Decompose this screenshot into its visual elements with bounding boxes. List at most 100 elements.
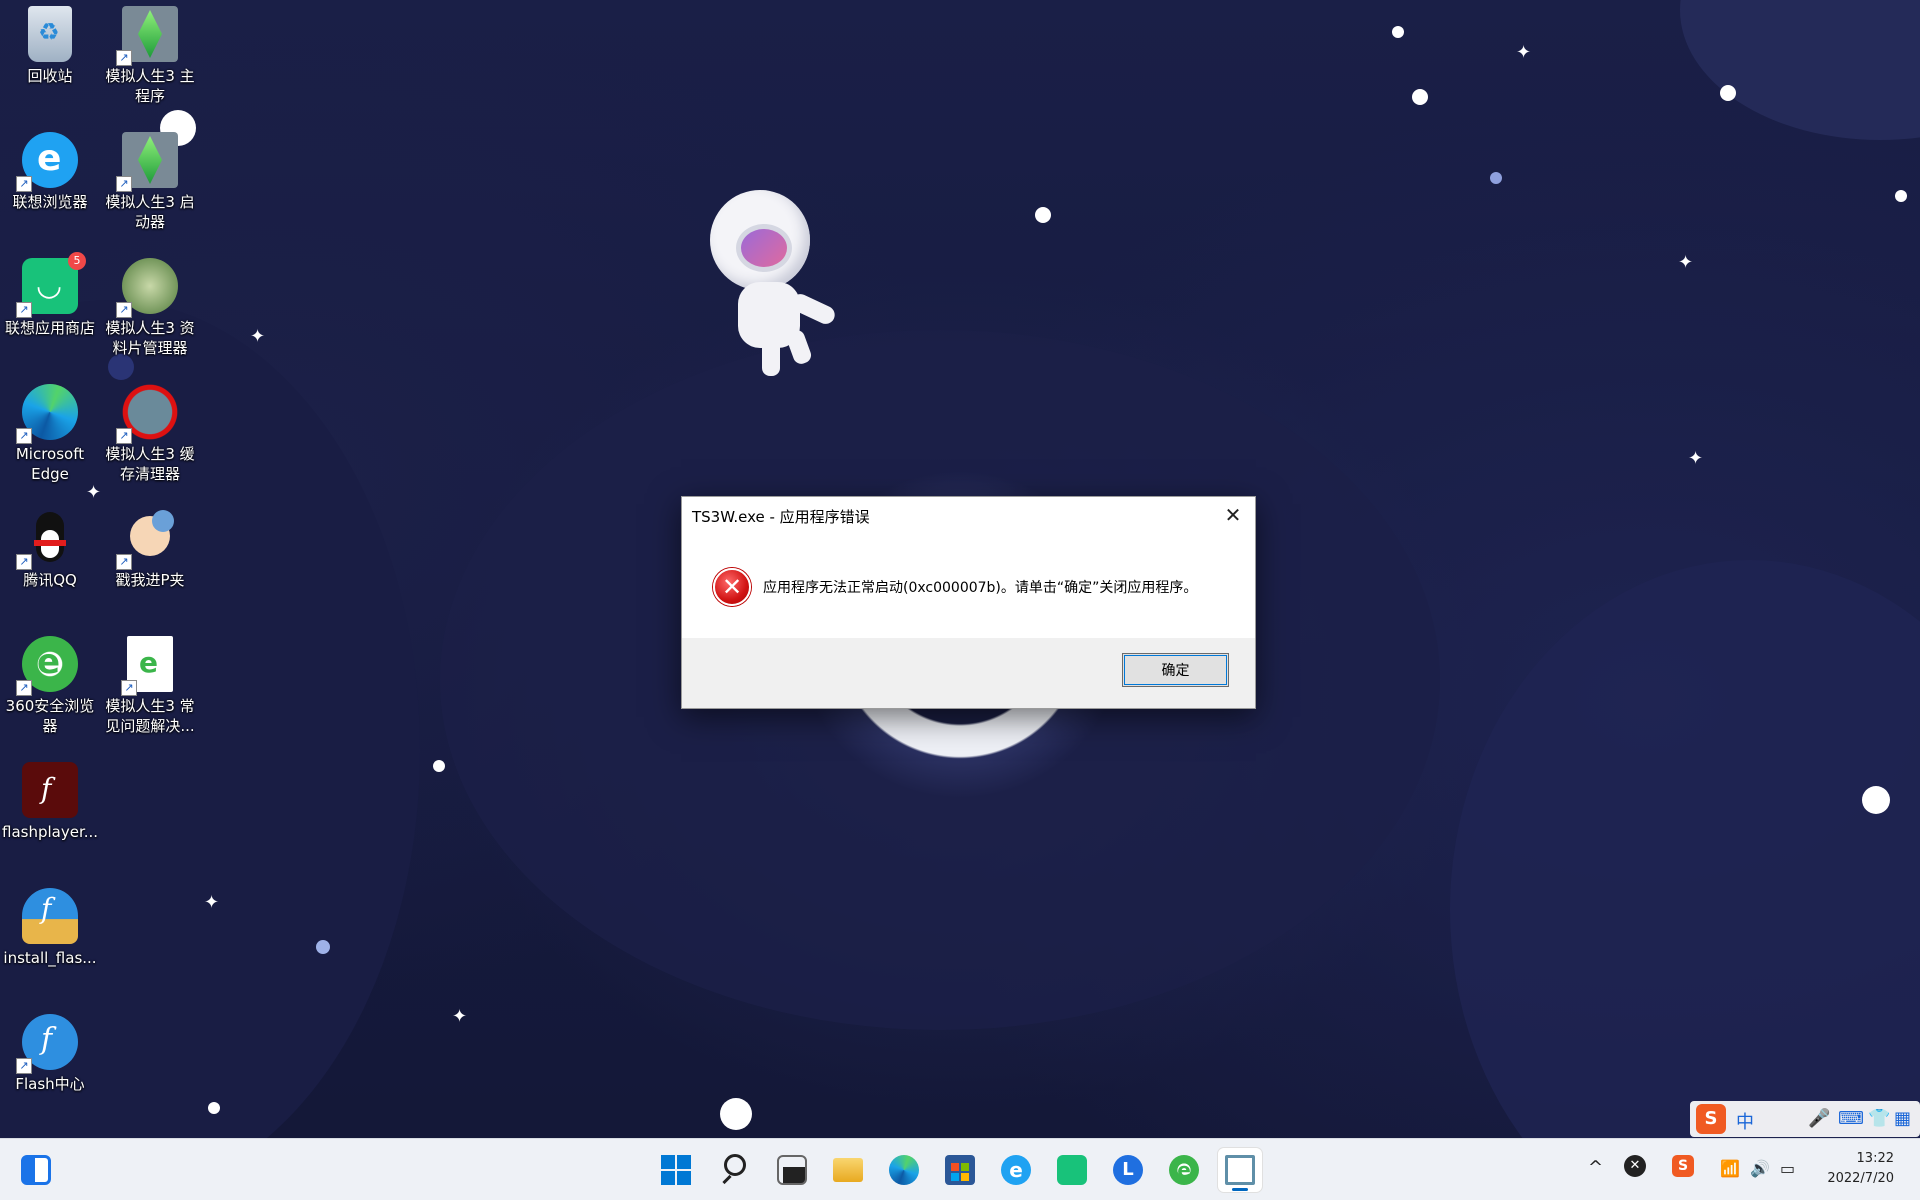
taskbar-search-button[interactable] xyxy=(712,1148,756,1192)
desktop-icon-label: 360安全浏览器 xyxy=(5,697,95,735)
star xyxy=(1035,207,1051,223)
star xyxy=(1720,85,1736,101)
desktop-icon-label: install_flas... xyxy=(3,949,97,967)
desktop-icon-sims3-expansion-manager[interactable]: ↗ 模拟人生3 资料片管理器 xyxy=(102,258,198,358)
desktop-icon-label: flashplayer... xyxy=(2,823,99,841)
close-icon: ✕ xyxy=(1224,503,1242,527)
edge-icon: ↗ xyxy=(16,384,78,444)
taskbar-widgets-button[interactable] xyxy=(14,1148,58,1192)
desktop-icon-label: 模拟人生3 常见问题解决... xyxy=(105,697,195,735)
shortcut-arrow-icon: ↗ xyxy=(16,680,32,696)
desktop-icon-install-flash[interactable]: f install_flas... xyxy=(2,888,98,968)
sparkle: ✦ xyxy=(1678,252,1694,273)
desktop-icon-recycle-bin[interactable]: ♻ 回收站 xyxy=(2,6,98,86)
desktop-icon-label: 模拟人生3 资料片管理器 xyxy=(105,319,195,357)
lenovo-browser-icon: e xyxy=(1001,1155,1031,1185)
desktop-icon-tencent-qq[interactable]: ↗ 腾讯QQ xyxy=(2,510,98,590)
star xyxy=(433,760,445,772)
qq-penguin-icon: ↗ xyxy=(16,510,78,570)
desktop-icon-microsoft-edge[interactable]: ↗ Microsoft Edge xyxy=(2,384,98,484)
recycle-bin-icon: ♻ xyxy=(28,6,72,62)
ok-button[interactable]: 确定 xyxy=(1122,653,1229,687)
desktop-icon-lenovo-app-store[interactable]: ◡ 5 ↗ 联想应用商店 xyxy=(2,252,98,338)
desktop-icon-lenovo-browser[interactable]: e ↗ 联想浏览器 xyxy=(2,132,98,212)
lenovo-app-store-icon: ◡ 5 ↗ xyxy=(16,252,86,318)
taskbar-360-browser-button[interactable]: e xyxy=(1162,1148,1206,1192)
ime-mode-label[interactable]: 中 xyxy=(1736,1108,1754,1134)
desktop-icon-sims3-faq[interactable]: e ↗ 模拟人生3 常见问题解决... xyxy=(102,636,198,736)
flash-installer-icon: f xyxy=(22,888,78,944)
desktop-icon-label: 模拟人生3 缓存清理器 xyxy=(105,445,195,483)
star xyxy=(1412,89,1428,105)
ime-toolbar: S 中 🎤 ⌨ 👕 ▦ xyxy=(1690,1101,1920,1137)
skin-icon[interactable]: 👕 xyxy=(1868,1108,1890,1129)
clock-time: 13:22 xyxy=(1856,1151,1894,1166)
desktop-icon-sims3-cache-cleaner[interactable]: ↗ 模拟人生3 缓存清理器 xyxy=(102,384,198,484)
volume-icon[interactable]: 🔊 xyxy=(1750,1159,1770,1178)
wifi-icon[interactable]: 📶 xyxy=(1720,1159,1740,1178)
desktop-icon-label: 联想应用商店 xyxy=(4,319,95,337)
sims-cache-cleaner-icon: ↗ xyxy=(116,384,178,444)
desktop-icon-label: Microsoft Edge xyxy=(15,445,85,483)
taskbar-lenovo-browser-button[interactable]: e xyxy=(994,1148,1038,1192)
sparkle: ✦ xyxy=(452,1006,468,1027)
flash-center-icon: f ↗ xyxy=(16,1014,78,1074)
lenovo-app-store-icon xyxy=(1057,1155,1087,1185)
app-window-icon xyxy=(1225,1155,1255,1185)
desktop-icon-label: 模拟人生3 主程序 xyxy=(105,67,195,105)
desktop-icon-flashplayer[interactable]: f flashplayer... xyxy=(2,762,98,842)
taskbar-lenovo-vantage-button[interactable]: L xyxy=(1106,1148,1150,1192)
store-icon xyxy=(945,1155,975,1185)
taskbar-file-explorer-button[interactable] xyxy=(826,1148,870,1192)
sogou-ime-icon[interactable]: S xyxy=(1696,1104,1726,1134)
battery-icon[interactable]: ▭ xyxy=(1780,1159,1795,1178)
taskbar-store-button[interactable] xyxy=(938,1148,982,1192)
taskbar-edge-button[interactable] xyxy=(882,1148,926,1192)
toolbox-icon[interactable]: ▦ xyxy=(1894,1108,1911,1129)
bg-shape xyxy=(1680,0,1920,140)
sims-expansion-manager-icon: ↗ xyxy=(116,258,178,318)
taskbar-error-window-button[interactable] xyxy=(1218,1148,1262,1192)
tray-overflow-chevron[interactable]: ^ xyxy=(1588,1157,1603,1178)
shortcut-arrow-icon: ↗ xyxy=(121,680,137,696)
taskbar: e L e ^ ✕ S 📶 🔊 ▭ 13:22 2022/7/20 xyxy=(0,1138,1920,1200)
tray-close-circle-icon[interactable]: ✕ xyxy=(1624,1155,1646,1177)
astronaut-illustration xyxy=(700,190,850,380)
desktop-icon-label: 模拟人生3 启动器 xyxy=(105,193,195,231)
desktop-icon-flash-center[interactable]: f ↗ Flash中心 xyxy=(2,1014,98,1094)
shortcut-arrow-icon: ↗ xyxy=(16,176,32,192)
clock-date: 2022/7/20 xyxy=(1827,1171,1894,1186)
error-icon: ✕ xyxy=(713,568,751,606)
desktop-icon-sims3-launcher[interactable]: ↗ 模拟人生3 启动器 xyxy=(102,132,198,232)
lenovo-browser-icon: e ↗ xyxy=(16,132,78,192)
desktop-icon-label: Flash中心 xyxy=(15,1075,85,1093)
keyboard-icon[interactable]: ⌨ xyxy=(1838,1108,1864,1129)
taskbar-lenovo-app-store-button[interactable] xyxy=(1050,1148,1094,1192)
desktop-icon-label: 腾讯QQ xyxy=(23,571,77,589)
star xyxy=(720,1098,752,1130)
notification-badge: 5 xyxy=(68,252,86,270)
desktop-icon-sims3-main[interactable]: ↗ 模拟人生3 主程序 xyxy=(102,6,198,106)
star xyxy=(1895,190,1907,202)
dialog-body: ✕ 应用程序无法正常启动(0xc000007b)。请单击“确定”关闭应用程序。 xyxy=(682,533,1255,639)
dialog-titlebar[interactable]: TS3W.exe - 应用程序错误 ✕ xyxy=(682,497,1255,533)
close-button[interactable]: ✕ xyxy=(1219,501,1247,529)
flash-player-icon: f xyxy=(22,762,78,818)
error-message: 应用程序无法正常启动(0xc000007b)。请单击“确定”关闭应用程序。 xyxy=(763,580,1198,596)
desktop-icon-p-folder[interactable]: ↗ 戳我进P夹 xyxy=(102,510,198,590)
tray-sogou-icon[interactable]: S xyxy=(1672,1155,1694,1177)
shortcut-arrow-icon: ↗ xyxy=(16,428,32,444)
sparkle: ✦ xyxy=(1516,42,1532,63)
taskbar-start-button[interactable] xyxy=(654,1148,698,1192)
sparkle: ✦ xyxy=(86,482,102,503)
microphone-icon[interactable]: 🎤 xyxy=(1808,1108,1830,1129)
shortcut-arrow-icon: ↗ xyxy=(16,554,32,570)
sparkle: ✦ xyxy=(204,892,220,913)
taskbar-task-view-button[interactable] xyxy=(770,1148,814,1192)
desktop-icon-360-browser[interactable]: e ↗ 360安全浏览器 xyxy=(2,636,98,736)
shortcut-arrow-icon: ↗ xyxy=(116,176,132,192)
search-icon-handle xyxy=(722,1174,732,1185)
error-dialog: TS3W.exe - 应用程序错误 ✕ ✕ 应用程序无法正常启动(0xc0000… xyxy=(681,496,1256,709)
taskbar-clock[interactable]: 13:22 2022/7/20 xyxy=(1827,1149,1894,1189)
desktop-icon-label: 戳我进P夹 xyxy=(115,571,185,589)
